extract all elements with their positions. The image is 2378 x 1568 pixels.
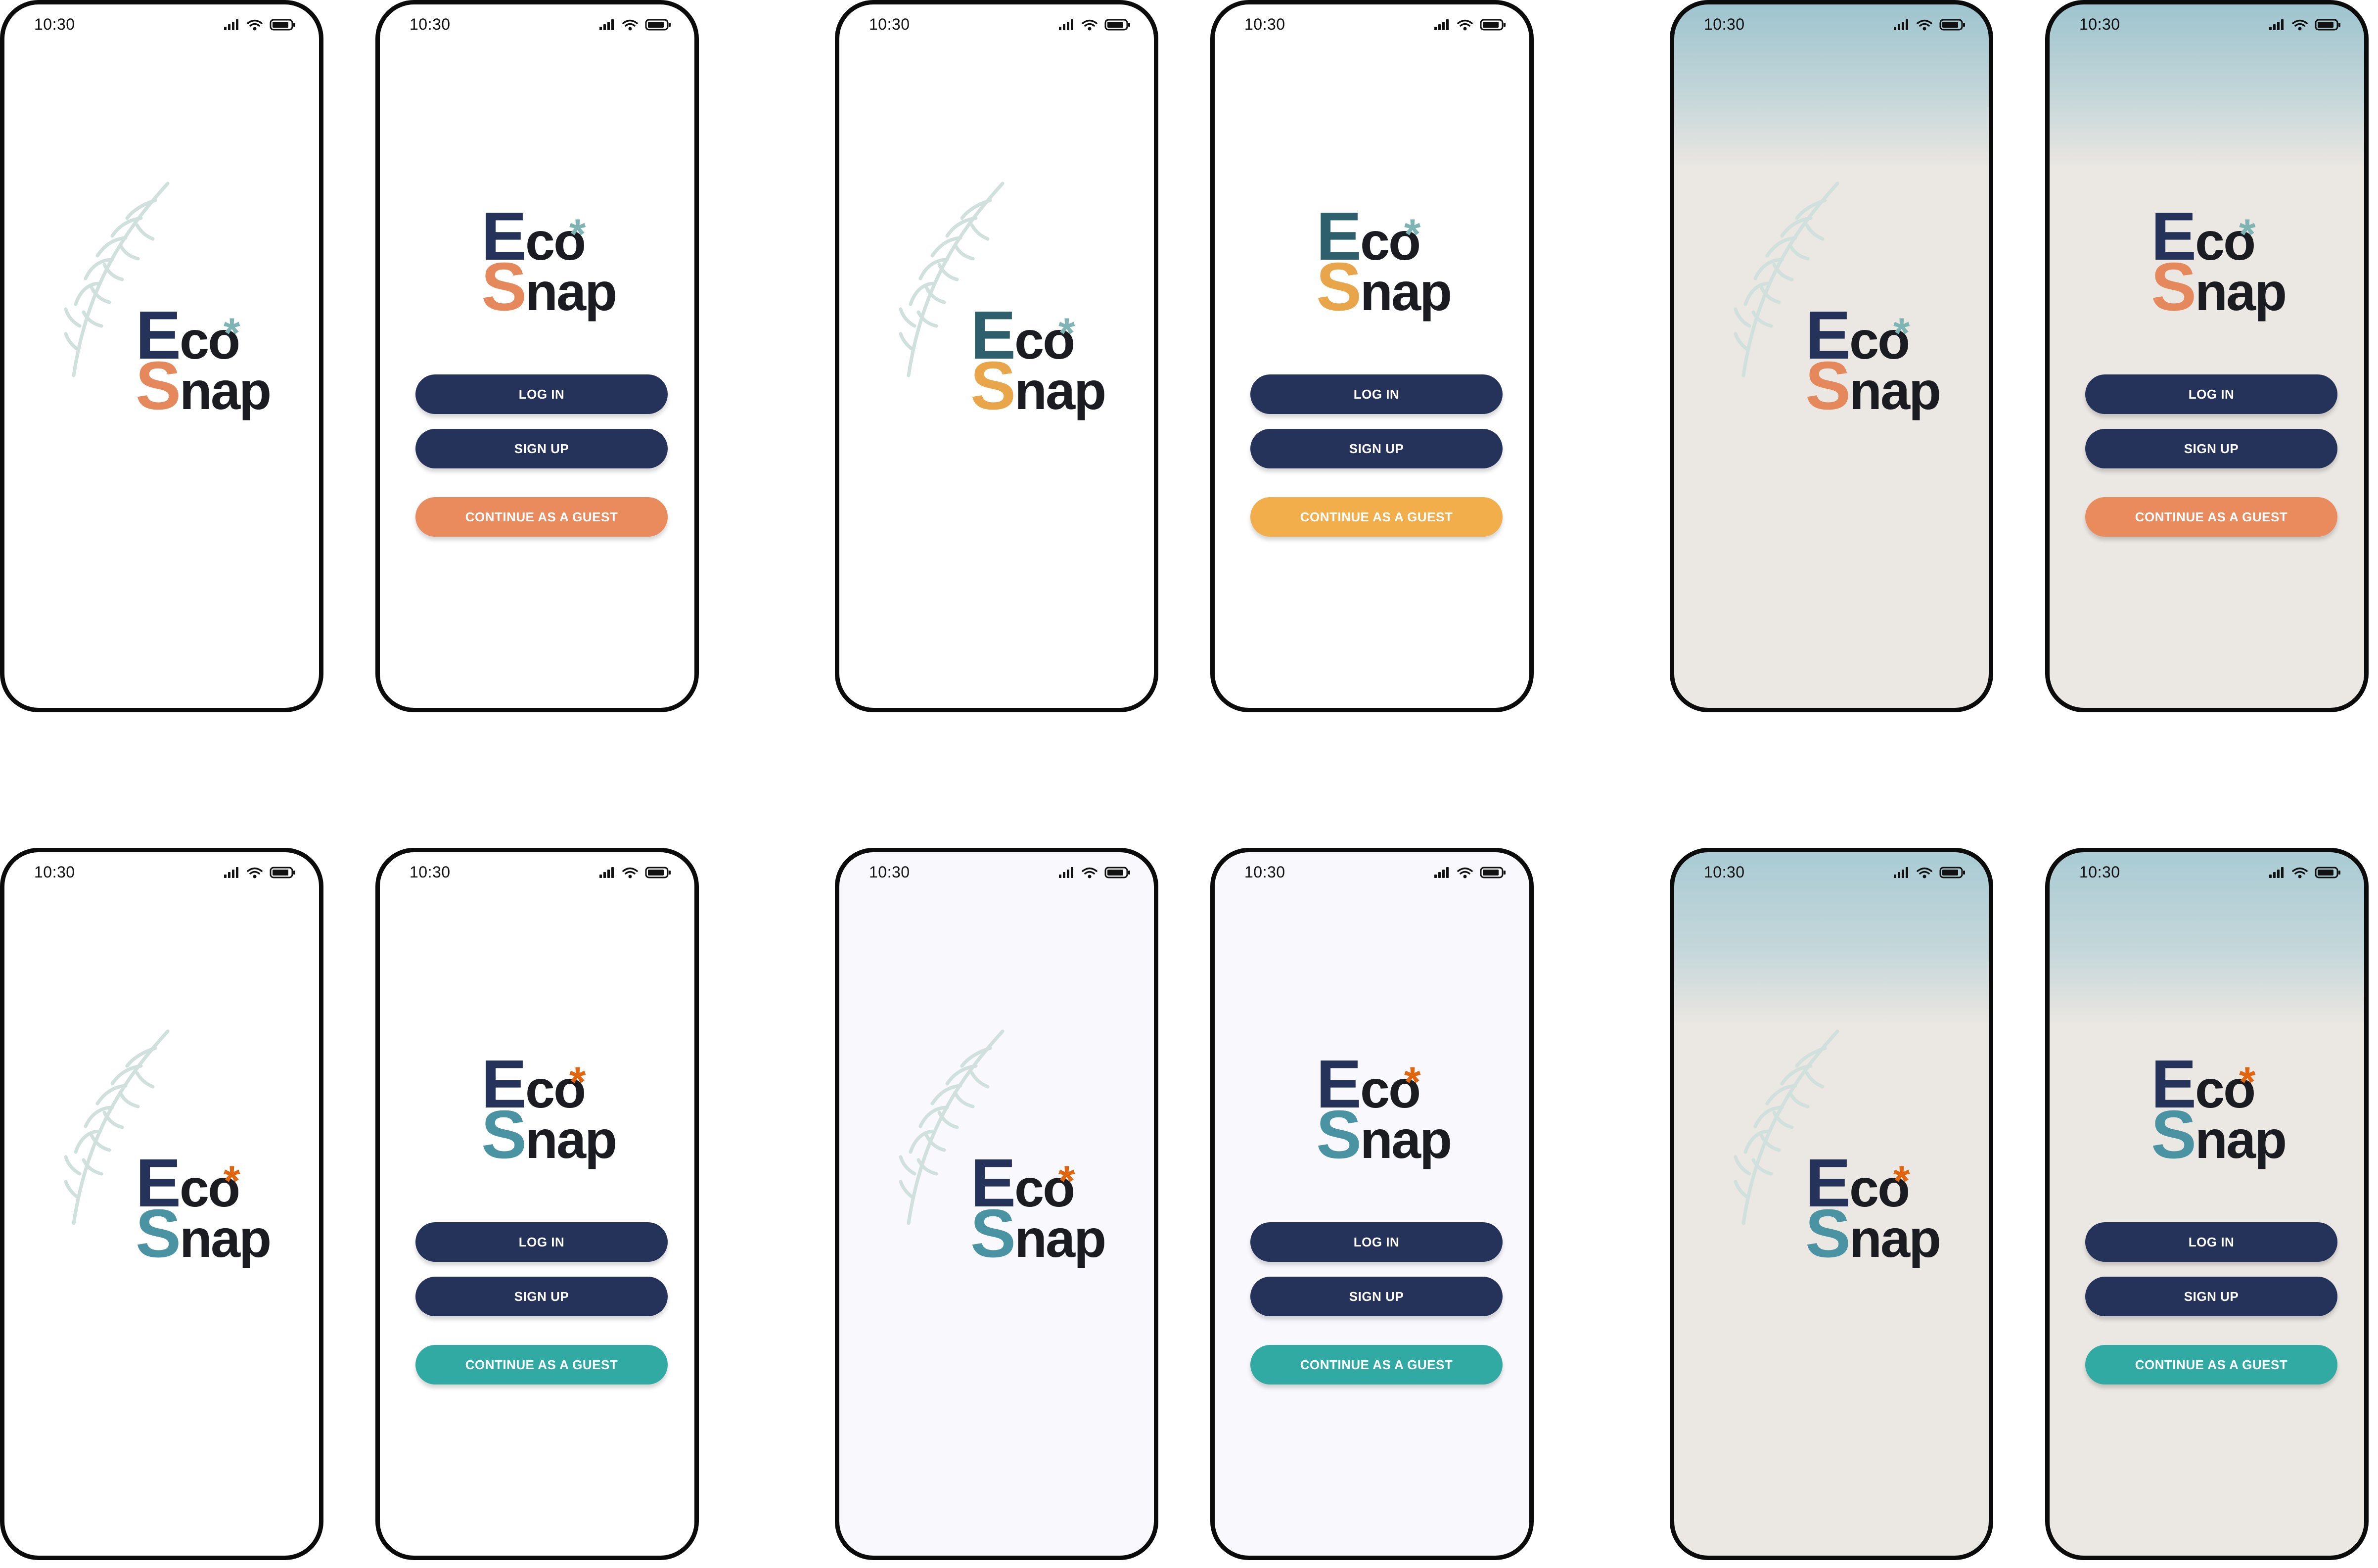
phone-landing-beige-teal: 10:30 Eco * Snap LOG IN SIGN UP CONTINUE… bbox=[2045, 848, 2369, 1560]
ecosnap-logo: Eco * Snap bbox=[1316, 1050, 1452, 1169]
status-icons bbox=[1894, 19, 1965, 31]
status-bar: 10:30 bbox=[2050, 4, 2364, 41]
phone-landing-mustard: 10:30 Eco * Snap LOG IN SIGN UP CONTINUE… bbox=[1210, 0, 1534, 712]
status-bar: 10:30 bbox=[1674, 4, 1989, 41]
ecosnap-logo: Eco * Snap bbox=[481, 202, 617, 321]
status-icons bbox=[224, 867, 295, 878]
phone-landing-beige-orange: 10:30 Eco * Snap LOG IN SIGN UP CONTINUE… bbox=[2045, 0, 2369, 712]
logo-snap: Snap bbox=[970, 348, 1106, 424]
logo-snap: Snap bbox=[136, 348, 272, 424]
login-button[interactable]: LOG IN bbox=[2085, 374, 2337, 414]
ecosnap-logo: Eco * Snap bbox=[970, 1149, 1106, 1268]
guest-button[interactable]: CONTINUE AS A GUEST bbox=[1250, 497, 1503, 537]
logo-snap: Snap bbox=[481, 249, 617, 325]
ecosnap-logo: Eco * Snap bbox=[1316, 202, 1452, 321]
logo-snap: Snap bbox=[136, 1196, 272, 1272]
signup-button[interactable]: SIGN UP bbox=[2085, 429, 2337, 468]
status-bar: 10:30 bbox=[2050, 852, 2364, 889]
status-bar: 10:30 bbox=[1215, 852, 1529, 889]
status-icons bbox=[2269, 867, 2340, 878]
logo-snap: Snap bbox=[1805, 1196, 1941, 1272]
signup-button[interactable]: SIGN UP bbox=[415, 1277, 668, 1316]
logo-snap: Snap bbox=[1316, 249, 1452, 325]
ecosnap-logo: Eco * Snap bbox=[970, 301, 1106, 420]
status-time: 10:30 bbox=[34, 863, 75, 881]
status-icons bbox=[224, 19, 295, 31]
ecosnap-logo: Eco * Snap bbox=[2151, 1050, 2287, 1169]
status-bar: 10:30 bbox=[380, 4, 694, 41]
status-time: 10:30 bbox=[1704, 15, 1745, 33]
signup-button[interactable]: SIGN UP bbox=[1250, 1277, 1503, 1316]
phone-splash-beige-orange: 10:30 Eco * Snap bbox=[1670, 0, 1993, 712]
phone-splash-beige-teal: 10:30 Eco * Snap bbox=[1670, 848, 1993, 1560]
signup-button[interactable]: SIGN UP bbox=[1250, 429, 1503, 468]
logo-snap: Snap bbox=[1316, 1097, 1452, 1173]
status-icons bbox=[599, 19, 671, 31]
status-icons bbox=[1894, 867, 1965, 878]
status-bar: 10:30 bbox=[4, 852, 319, 889]
status-icons bbox=[1434, 19, 1506, 31]
status-time: 10:30 bbox=[1244, 863, 1285, 881]
status-bar: 10:30 bbox=[839, 852, 1154, 889]
status-time: 10:30 bbox=[34, 15, 75, 33]
phone-splash-teal: 10:30 Eco * Snap bbox=[0, 848, 323, 1560]
login-button[interactable]: LOG IN bbox=[415, 374, 668, 414]
status-time: 10:30 bbox=[2079, 863, 2120, 881]
logo-snap: Snap bbox=[970, 1196, 1106, 1272]
signup-button[interactable]: SIGN UP bbox=[2085, 1277, 2337, 1316]
status-time: 10:30 bbox=[2079, 15, 2120, 33]
status-bar: 10:30 bbox=[1674, 852, 1989, 889]
ecosnap-logo: Eco * Snap bbox=[2151, 202, 2287, 321]
logo-snap: Snap bbox=[481, 1097, 617, 1173]
status-time: 10:30 bbox=[869, 15, 910, 33]
signup-button[interactable]: SIGN UP bbox=[415, 429, 668, 468]
phone-splash-mustard: 10:30 Eco * Snap bbox=[835, 0, 1158, 712]
guest-button[interactable]: CONTINUE AS A GUEST bbox=[415, 497, 668, 537]
phone-landing-orange: 10:30 Eco * Snap LOG IN SIGN UP CONTINUE… bbox=[375, 0, 699, 712]
status-time: 10:30 bbox=[1704, 863, 1745, 881]
phone-splash-lavender-teal: 10:30 Eco * Snap bbox=[835, 848, 1158, 1560]
ecosnap-logo: Eco * Snap bbox=[136, 1149, 272, 1268]
status-icons bbox=[2269, 19, 2340, 31]
guest-button[interactable]: CONTINUE AS A GUEST bbox=[2085, 1345, 2337, 1384]
status-time: 10:30 bbox=[410, 863, 451, 881]
status-icons bbox=[1434, 867, 1506, 878]
logo-snap: Snap bbox=[2151, 249, 2287, 325]
status-icons bbox=[1059, 19, 1130, 31]
guest-button[interactable]: CONTINUE AS A GUEST bbox=[415, 1345, 668, 1384]
ecosnap-logo: Eco * Snap bbox=[1805, 301, 1941, 420]
status-icons bbox=[1059, 867, 1130, 878]
login-button[interactable]: LOG IN bbox=[2085, 1222, 2337, 1262]
status-bar: 10:30 bbox=[1215, 4, 1529, 41]
phone-landing-lavender-teal: 10:30 Eco * Snap LOG IN SIGN UP CONTINUE… bbox=[1210, 848, 1534, 1560]
status-time: 10:30 bbox=[869, 863, 910, 881]
status-bar: 10:30 bbox=[839, 4, 1154, 41]
phone-landing-teal: 10:30 Eco * Snap LOG IN SIGN UP CONTINUE… bbox=[375, 848, 699, 1560]
status-time: 10:30 bbox=[1244, 15, 1285, 33]
logo-snap: Snap bbox=[1805, 348, 1941, 424]
ecosnap-logo: Eco * Snap bbox=[481, 1050, 617, 1169]
status-time: 10:30 bbox=[410, 15, 451, 33]
logo-snap: Snap bbox=[2151, 1097, 2287, 1173]
login-button[interactable]: LOG IN bbox=[415, 1222, 668, 1262]
login-button[interactable]: LOG IN bbox=[1250, 374, 1503, 414]
ecosnap-logo: Eco * Snap bbox=[1805, 1149, 1941, 1268]
status-icons bbox=[599, 867, 671, 878]
status-bar: 10:30 bbox=[380, 852, 694, 889]
guest-button[interactable]: CONTINUE AS A GUEST bbox=[2085, 497, 2337, 537]
login-button[interactable]: LOG IN bbox=[1250, 1222, 1503, 1262]
status-bar: 10:30 bbox=[4, 4, 319, 41]
ecosnap-logo: Eco * Snap bbox=[136, 301, 272, 420]
guest-button[interactable]: CONTINUE AS A GUEST bbox=[1250, 1345, 1503, 1384]
phone-splash-orange: 10:30 Eco * Snap bbox=[0, 0, 323, 712]
